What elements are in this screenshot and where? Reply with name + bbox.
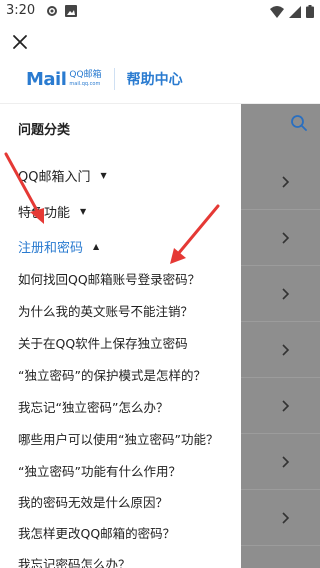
chevron-right-icon — [282, 344, 290, 356]
logo-divider — [113, 68, 115, 90]
signal-icon — [289, 5, 301, 18]
status-time: 3:20 — [6, 3, 36, 18]
category-features[interactable]: 特色功能 ▼ — [18, 202, 86, 221]
top-bar — [0, 24, 320, 60]
overlay-row — [241, 210, 320, 266]
category-register-password[interactable]: 注册和密码 ▲ — [18, 237, 99, 256]
question-item[interactable]: 如何找回QQ邮箱账号登录密码？ — [18, 269, 200, 288]
overlay-row — [241, 378, 320, 434]
question-item[interactable]: 关于在QQ软件上保存独立密码 — [18, 333, 188, 352]
drawer-title: 问题分类 — [18, 123, 71, 138]
question-item[interactable]: “独立密码”功能有什么作用？ — [18, 461, 181, 480]
logo-sub: QQ邮箱 mail.qq.com — [69, 71, 101, 87]
logo-mail-text: Mail — [26, 68, 67, 90]
question-item[interactable]: 哪些用户可以使用“独立密码”功能？ — [18, 429, 218, 448]
overlay-row — [241, 490, 320, 546]
wifi-icon — [270, 5, 284, 18]
dimmed-content-overlay[interactable] — [241, 104, 320, 568]
question-item[interactable]: 我忘记“独立密码”怎么办？ — [18, 397, 168, 416]
logo-qq-text: QQ邮箱 — [69, 70, 102, 80]
question-item[interactable]: 为什么我的英文账号不能注销？ — [18, 301, 193, 320]
search-icon[interactable] — [290, 114, 308, 132]
chevron-right-icon — [282, 400, 290, 412]
logo-domain-text: mail.qq.com — [69, 81, 101, 87]
logo-header: Mail QQ邮箱 mail.qq.com 帮助中心 — [0, 60, 320, 104]
chevron-right-icon — [282, 456, 290, 468]
triangle-down-icon: ▼ — [80, 207, 87, 216]
category-label: 注册和密码 — [18, 241, 84, 256]
status-right-icons — [270, 5, 314, 18]
triangle-down-icon: ▼ — [100, 171, 107, 180]
category-label: QQ邮箱入门 — [18, 170, 91, 185]
category-drawer: 问题分类 QQ邮箱入门 ▼ 特色功能 ▼ 注册和密码 ▲ 如何找回QQ邮箱账号登… — [0, 104, 241, 568]
chevron-right-icon — [282, 232, 290, 244]
chevron-right-icon — [282, 176, 290, 188]
qq-mail-logo: Mail QQ邮箱 mail.qq.com 帮助中心 — [26, 68, 183, 90]
category-qq-mail-intro[interactable]: QQ邮箱入门 ▼ — [18, 166, 107, 185]
overlay-row — [241, 266, 320, 322]
settings-icon — [47, 6, 57, 16]
question-item[interactable]: “独立密码”的保护模式是怎样的？ — [18, 365, 206, 384]
status-left-icons — [46, 5, 77, 17]
overlay-row — [241, 434, 320, 490]
question-item[interactable]: 我的密码无效是什么原因？ — [18, 492, 168, 511]
overlay-row — [241, 322, 320, 378]
battery-icon — [306, 5, 314, 18]
image-icon — [65, 5, 77, 17]
triangle-up-icon: ▲ — [93, 242, 100, 251]
overlay-search-area — [241, 104, 320, 146]
chevron-right-icon — [282, 512, 290, 524]
chevron-right-icon — [282, 288, 290, 300]
category-label: 特色功能 — [18, 206, 71, 221]
close-icon — [13, 35, 27, 49]
question-item[interactable]: 我怎样更改QQ邮箱的密码？ — [18, 523, 175, 542]
status-bar: 3:20 — [0, 0, 320, 24]
help-center-title: 帮助中心 — [126, 72, 183, 88]
question-item[interactable]: 我忘记密码怎么办？ — [18, 554, 131, 568]
overlay-list — [241, 154, 320, 546]
overlay-row — [241, 154, 320, 210]
close-button[interactable] — [6, 28, 34, 56]
